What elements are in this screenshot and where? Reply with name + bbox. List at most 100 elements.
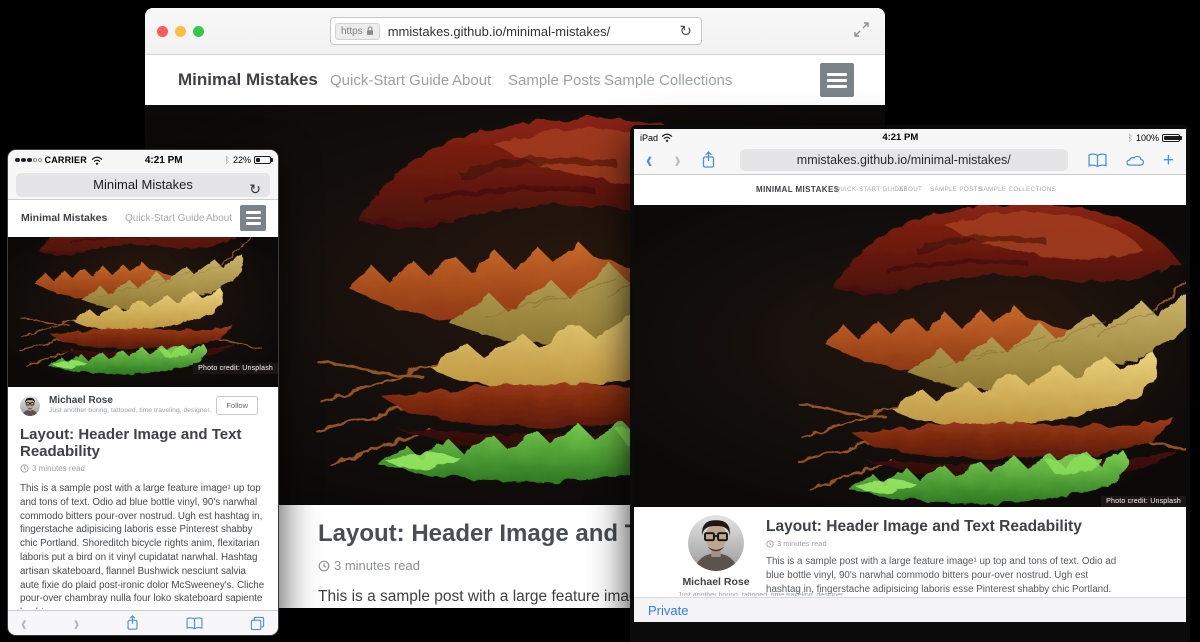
author-bio: Just another boring, tattooed, time trav…	[678, 592, 754, 596]
nav-link-sample-posts[interactable]: Sample Posts	[508, 72, 601, 89]
clock-icon	[766, 540, 774, 548]
back-icon[interactable]: ‹	[646, 148, 652, 172]
clock-icon	[20, 464, 29, 473]
wifi-icon	[91, 156, 103, 165]
author-avatar-photo	[20, 396, 40, 416]
bookmarks-book-icon[interactable]	[186, 617, 203, 630]
address-bar[interactable]: https mmistakes.github.io/minimal-mistak…	[330, 17, 702, 45]
url-text[interactable]: mmistakes.github.io/minimal-mistakes/	[388, 24, 680, 39]
minimize-window-button[interactable]	[175, 26, 186, 37]
ipad-site-nav: MINIMAL MISTAKES QUICK-START GUIDE ABOUT…	[634, 175, 1186, 205]
iphone-feature-image: Photo credit: Unsplash	[8, 237, 278, 387]
forward-icon[interactable]: ›	[674, 148, 680, 172]
nav-link-about[interactable]: About	[206, 213, 232, 224]
ipad-feature-image: Photo credit: Unsplash	[634, 205, 1186, 507]
carrier-label: CARRIER	[45, 155, 87, 165]
ipad-safari-window: iPad 4:21 PM ᛒ 100% ‹ › mmistakes.github…	[630, 125, 1190, 642]
status-time: 4:21 PM	[103, 155, 225, 166]
photo-credit-badge: Photo credit: Unsplash	[1101, 496, 1186, 507]
battery-icon	[254, 156, 271, 164]
lock-icon	[366, 26, 374, 36]
follow-button[interactable]: Follow	[216, 396, 258, 415]
author-name: Michael Rose	[49, 395, 113, 406]
zoom-window-button[interactable]	[193, 26, 204, 37]
desktop-site-nav: Minimal Mistakes Quick-Start Guide About…	[145, 55, 885, 105]
nav-link-about[interactable]: ABOUT	[899, 186, 922, 193]
share-icon[interactable]	[126, 615, 139, 631]
back-icon[interactable]: ‹	[21, 612, 27, 634]
bluetooth-icon: ᛒ	[225, 155, 230, 165]
tabs-icon[interactable]	[250, 616, 265, 631]
https-badge: https	[335, 23, 380, 40]
responsive-showcase-canvas: https mmistakes.github.io/minimal-mistak…	[0, 0, 1200, 642]
iphone-address-bar[interactable]: Minimal Mistakes ↻	[16, 173, 270, 197]
photo-credit-badge: Photo credit: Unsplash	[193, 363, 278, 374]
author-row: Michael Rose Just another boring, tattoo…	[20, 395, 266, 419]
clock-icon	[318, 560, 330, 572]
post-meta: 3 minutes read	[766, 539, 1124, 548]
nav-link-sample-collections[interactable]: Sample Collections	[604, 72, 732, 89]
status-time: 4:21 PM	[673, 132, 1128, 143]
reload-icon[interactable]: ↻	[679, 24, 692, 39]
safari-bottom-toolbar: ‹ ›	[8, 610, 278, 635]
iphone-post-content: Michael Rose Just another boring, tattoo…	[8, 387, 278, 609]
cell-signal-icon	[15, 158, 42, 163]
wifi-icon	[661, 133, 673, 142]
site-brand-link[interactable]: Minimal Mistakes	[21, 212, 107, 224]
page-title-label: Minimal Mistakes	[93, 177, 193, 192]
post-title: Layout: Header Image and Text Readabilit…	[766, 518, 1124, 536]
post-title: Layout: Header Image and Text Readabilit…	[20, 427, 266, 460]
icloud-tabs-icon[interactable]	[1124, 153, 1146, 167]
ipad-status-bar: iPad 4:21 PM ᛒ 100%	[634, 129, 1186, 146]
menu-hamburger-button[interactable]	[240, 205, 266, 231]
ipad-post-content: Michael Rose Just another boring, tattoo…	[634, 507, 1186, 596]
desktop-browser-chrome: https mmistakes.github.io/minimal-mistak…	[145, 8, 885, 55]
nav-link-sample-collections[interactable]: SAMPLE COLLECTIONS	[979, 186, 1056, 193]
new-tab-icon[interactable]: +	[1163, 151, 1174, 170]
post-paragraph: This is a sample post with a large featu…	[766, 555, 1124, 596]
reload-icon[interactable]: ↻	[249, 177, 261, 201]
author-avatar-photo	[688, 515, 744, 571]
author-avatar	[688, 515, 744, 571]
nav-link-quick-start-guide[interactable]: Quick-Start Guide	[125, 213, 204, 224]
nav-link-quick-start-guide[interactable]: Quick-Start Guide	[330, 72, 449, 89]
read-time-label: 3 minutes read	[32, 464, 85, 473]
author-name: Michael Rose	[678, 576, 754, 588]
nav-link-sample-posts[interactable]: SAMPLE POSTS	[930, 186, 982, 193]
private-label[interactable]: Private	[648, 603, 688, 618]
safari-toolbar: ‹ › mmistakes.github.io/minimal-mistakes…	[634, 146, 1186, 175]
post-meta: 3 minutes read	[20, 464, 266, 473]
iphone-safari-window: CARRIER 4:21 PM ᛒ 22% Minimal Mistakes ↻…	[8, 150, 278, 635]
site-brand-link[interactable]: MINIMAL MISTAKES	[756, 185, 839, 194]
post-paragraph: This is a sample post with a large featu…	[20, 482, 266, 609]
menu-hamburger-button[interactable]	[820, 63, 854, 97]
device-label: iPad	[640, 133, 658, 143]
battery-percent-label: 22%	[233, 155, 251, 165]
nav-link-quick-start-guide[interactable]: QUICK-START GUIDE	[835, 186, 904, 193]
iphone-url-row: Minimal Mistakes ↻	[8, 170, 278, 200]
https-label: https	[341, 26, 363, 37]
iphone-site-nav: Minimal Mistakes Quick-Start Guide About	[8, 200, 278, 237]
fullscreen-expand-icon[interactable]	[854, 22, 869, 42]
ipad-screen: iPad 4:21 PM ᛒ 100% ‹ › mmistakes.github…	[634, 129, 1186, 622]
dried-leaves-photo	[18, 237, 268, 384]
read-time-label: 3 minutes read	[777, 539, 827, 548]
read-time-label: 3 minutes read	[334, 558, 420, 573]
battery-icon	[1162, 134, 1180, 142]
forward-icon[interactable]: ›	[74, 612, 80, 634]
author-column: Michael Rose Just another boring, tattoo…	[678, 515, 754, 596]
bluetooth-icon: ᛒ	[1128, 133, 1133, 143]
private-browsing-bar: Private	[634, 597, 1186, 622]
author-bio: Just another boring, tattooed, time trav…	[49, 407, 211, 414]
bookmarks-book-icon[interactable]	[1088, 153, 1107, 168]
site-brand-link[interactable]: Minimal Mistakes	[178, 70, 318, 90]
author-avatar	[20, 396, 40, 416]
share-icon[interactable]	[701, 151, 716, 169]
nav-link-about[interactable]: About	[452, 72, 491, 89]
ipad-address-bar[interactable]: mmistakes.github.io/minimal-mistakes/	[740, 149, 1068, 171]
close-window-button[interactable]	[157, 26, 168, 37]
post-column: Layout: Header Image and Text Readabilit…	[766, 507, 1124, 596]
battery-percent-label: 100%	[1136, 133, 1159, 143]
iphone-status-bar: CARRIER 4:21 PM ᛒ 22%	[8, 150, 278, 170]
dried-leaves-photo	[796, 205, 1186, 507]
